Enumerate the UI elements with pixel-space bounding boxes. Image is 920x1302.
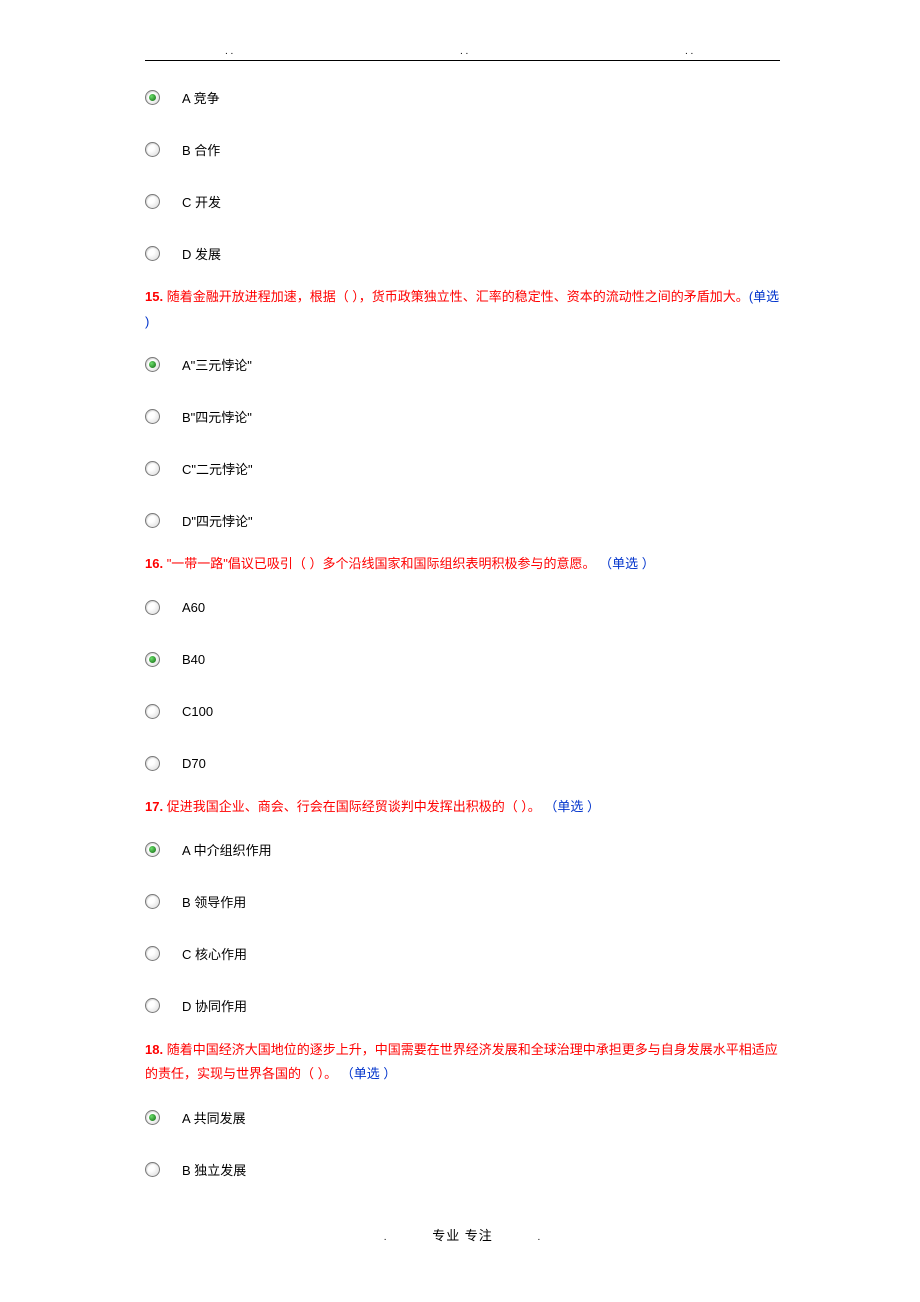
option-label: B"四元悖论" <box>182 407 252 426</box>
radio-button[interactable] <box>145 142 160 157</box>
question-body: 促进我国企业、商会、行会在国际经贸谈判中发挥出积极的（ ）。 <box>167 799 545 814</box>
radio-button[interactable] <box>145 946 160 961</box>
option-label: A60 <box>182 600 205 615</box>
option-label: C 开发 <box>182 192 221 211</box>
option-row[interactable]: A 共同发展 <box>145 1091 780 1143</box>
radio-button[interactable] <box>145 90 160 105</box>
question-text: 15. 随着金融开放进程加速，根据（ ），货币政策独立性、汇率的稳定性、资本的流… <box>145 285 780 334</box>
option-label: A 共同发展 <box>182 1108 246 1127</box>
question-number: 17. <box>145 799 167 814</box>
question-type-tag: （单选 ） <box>341 1066 397 1081</box>
option-label: C 核心作用 <box>182 944 247 963</box>
radio-button[interactable] <box>145 652 160 667</box>
option-row[interactable]: C 核心作用 <box>145 928 780 980</box>
option-row[interactable]: B40 <box>145 633 780 685</box>
question-body: "一带一路"倡议已吸引（ ）多个沿线国家和国际组织表明积极参与的意愿。 <box>167 556 599 571</box>
question-body: 随着中国经济大国地位的逐步上升，中国需要在世界经济发展和全球治理中承担更多与自身… <box>145 1042 778 1082</box>
radio-button[interactable] <box>145 756 160 771</box>
question-block: 18. 随着中国经济大国地位的逐步上升，中国需要在世界经济发展和全球治理中承担更… <box>145 1038 780 1195</box>
option-row[interactable]: A"三元悖论" <box>145 338 780 390</box>
page-footer: . 专业 专注 . <box>145 1225 780 1244</box>
option-row[interactable]: C100 <box>145 685 780 737</box>
footer-dot-right: . <box>537 1232 541 1243</box>
radio-button[interactable] <box>145 894 160 909</box>
dot-group-2: . . <box>460 46 468 57</box>
option-label: D 协同作用 <box>182 996 247 1015</box>
radio-button[interactable] <box>145 409 160 424</box>
radio-button[interactable] <box>145 194 160 209</box>
option-row[interactable]: B 合作 <box>145 123 780 175</box>
question-body: 随着金融开放进程加速，根据（ ），货币政策独立性、汇率的稳定性、资本的流动性之间… <box>167 289 749 304</box>
question-block: 16. "一带一路"倡议已吸引（ ）多个沿线国家和国际组织表明积极参与的意愿。 … <box>145 552 780 789</box>
question-type-tag: （单选 ） <box>599 556 655 571</box>
question-block: 15. 随着金融开放进程加速，根据（ ），货币政策独立性、汇率的稳定性、资本的流… <box>145 285 780 546</box>
option-label: D 发展 <box>182 244 221 263</box>
radio-button[interactable] <box>145 998 160 1013</box>
radio-button[interactable] <box>145 704 160 719</box>
option-label: D70 <box>182 756 206 771</box>
question-number: 18. <box>145 1042 167 1057</box>
question-number: 15. <box>145 289 167 304</box>
option-row[interactable]: C 开发 <box>145 175 780 227</box>
option-row[interactable]: B"四元悖论" <box>145 390 780 442</box>
radio-button[interactable] <box>145 357 160 372</box>
radio-button[interactable] <box>145 1110 160 1125</box>
option-label: C"二元悖论" <box>182 459 253 478</box>
radio-button[interactable] <box>145 842 160 857</box>
radio-button[interactable] <box>145 461 160 476</box>
radio-button[interactable] <box>145 600 160 615</box>
radio-button[interactable] <box>145 513 160 528</box>
option-row[interactable]: A 竞争 <box>145 71 780 123</box>
option-row[interactable]: D70 <box>145 737 780 789</box>
question-type-tag: （单选 ） <box>544 799 600 814</box>
option-row[interactable]: A 中介组织作用 <box>145 824 780 876</box>
question-text: 17. 促进我国企业、商会、行会在国际经贸谈判中发挥出积极的（ ）。 （单选 ） <box>145 795 780 820</box>
question-block: 17. 促进我国企业、商会、行会在国际经贸谈判中发挥出积极的（ ）。 （单选 ）… <box>145 795 780 1032</box>
dot-group-1: . . <box>225 46 233 57</box>
option-row[interactable]: C"二元悖论" <box>145 442 780 494</box>
document-page: . . . . . . A 竞争 B 合作 C 开发 D 发展 15. 随着金融开放进程… <box>0 0 920 1284</box>
questions-container: A 竞争 B 合作 C 开发 D 发展 15. 随着金融开放进程加速，根据（ ），货币政… <box>145 71 780 1195</box>
question-block: A 竞争 B 合作 C 开发 D 发展 <box>145 71 780 279</box>
option-label: A 竞争 <box>182 88 220 107</box>
question-text: 16. "一带一路"倡议已吸引（ ）多个沿线国家和国际组织表明积极参与的意愿。 … <box>145 552 780 577</box>
option-label: B40 <box>182 652 205 667</box>
option-row[interactable]: B 独立发展 <box>145 1143 780 1195</box>
footer-dot-left: . <box>384 1232 388 1243</box>
option-label: B 独立发展 <box>182 1160 246 1179</box>
question-text: 18. 随着中国经济大国地位的逐步上升，中国需要在世界经济发展和全球治理中承担更… <box>145 1038 780 1087</box>
option-row[interactable]: A60 <box>145 581 780 633</box>
footer-text: 专业 专注 <box>432 1228 493 1243</box>
option-label: D"四元悖论" <box>182 511 253 530</box>
option-row[interactable]: D 协同作用 <box>145 980 780 1032</box>
option-row[interactable]: D 发展 <box>145 227 780 279</box>
option-label: A 中介组织作用 <box>182 840 272 859</box>
option-label: B 合作 <box>182 140 220 159</box>
option-label: C100 <box>182 704 213 719</box>
header-rule: . . . . . . <box>145 60 780 61</box>
radio-button[interactable] <box>145 246 160 261</box>
dot-group-3: . . <box>685 46 693 57</box>
option-row[interactable]: B 领导作用 <box>145 876 780 928</box>
option-label: A"三元悖论" <box>182 355 252 374</box>
option-row[interactable]: D"四元悖论" <box>145 494 780 546</box>
question-number: 16. <box>145 556 167 571</box>
radio-button[interactable] <box>145 1162 160 1177</box>
option-label: B 领导作用 <box>182 892 246 911</box>
